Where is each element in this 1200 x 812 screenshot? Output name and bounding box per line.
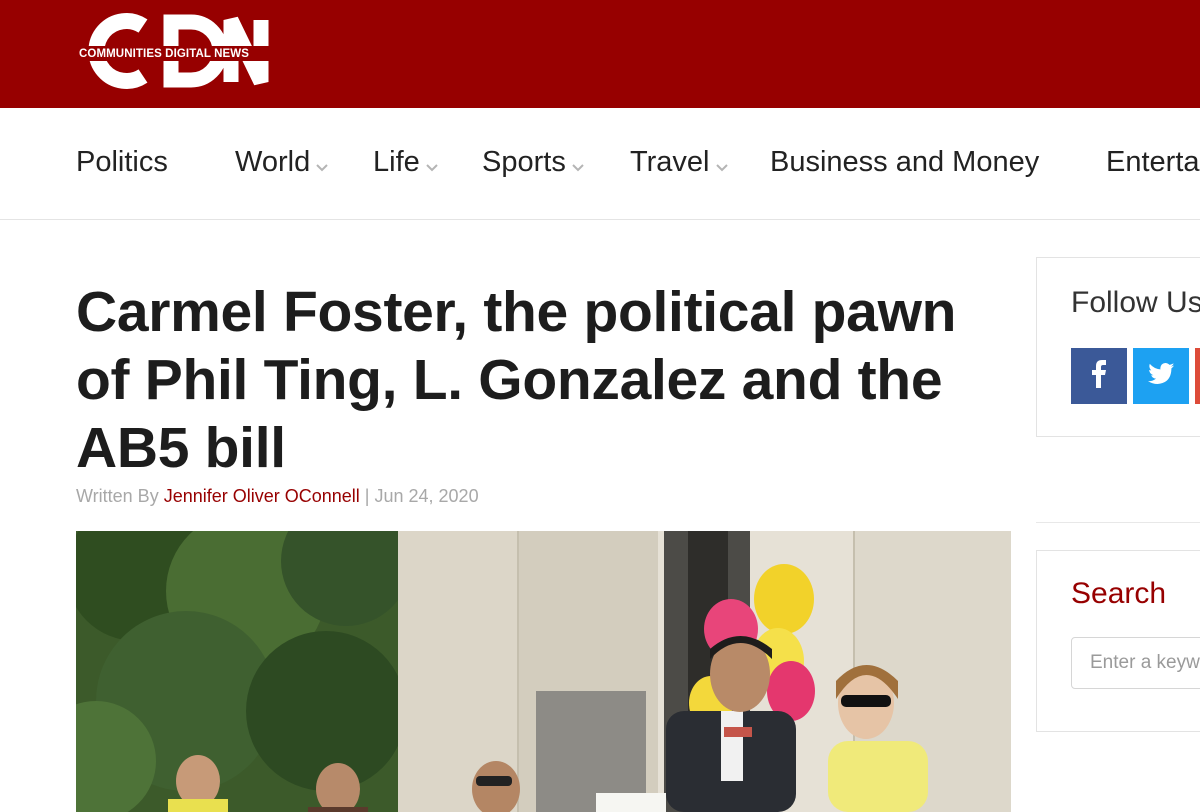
nav-label: Travel	[630, 146, 710, 178]
publish-date: Jun 24, 2020	[374, 486, 479, 506]
nav-item-life[interactable]: Life	[373, 144, 438, 180]
hero-image	[76, 531, 1011, 812]
chevron-down-icon	[572, 145, 584, 181]
nav-item-entertainment[interactable]: Enterta	[1106, 144, 1200, 180]
main-nav: Politics World Life Sports Travel Busine…	[0, 108, 1200, 220]
byline-prefix: Written By	[76, 486, 164, 506]
nav-label: Politics	[76, 146, 168, 178]
twitter-icon	[1148, 362, 1174, 390]
author-link[interactable]: Jennifer Oliver OConnell	[164, 486, 360, 506]
chevron-down-icon	[426, 145, 438, 181]
nav-label: Enterta	[1106, 146, 1200, 178]
chevron-down-icon	[715, 145, 728, 181]
google-plus-button[interactable]	[1195, 348, 1200, 404]
nav-item-business-and-money[interactable]: Business and Money	[770, 144, 1039, 180]
byline-separator: |	[359, 486, 375, 506]
facebook-icon	[1091, 359, 1107, 393]
article-byline: Written By Jennifer Oliver OConnell | Ju…	[76, 486, 479, 507]
nav-item-politics[interactable]: Politics	[76, 144, 168, 180]
nav-item-travel[interactable]: Travel	[630, 144, 728, 180]
chevron-down-icon	[316, 145, 328, 181]
follow-us-title: Follow Us	[1071, 286, 1200, 319]
logo-tagline: COMMUNITIES DIGITAL NEWS	[79, 48, 249, 60]
follow-us-widget: Follow Us	[1036, 257, 1200, 437]
nav-item-world[interactable]: World	[235, 144, 328, 180]
nav-label: Sports	[482, 146, 566, 178]
nav-label: World	[235, 146, 311, 178]
site-logo[interactable]: COMMUNITIES DIGITAL NEWS	[79, 12, 279, 90]
twitter-button[interactable]	[1133, 348, 1189, 404]
nav-label: Business and Money	[770, 146, 1040, 178]
nav-label: Life	[373, 146, 420, 178]
nav-item-sports[interactable]: Sports	[482, 144, 584, 180]
site-header: COMMUNITIES DIGITAL NEWS	[0, 0, 1200, 108]
sidebar-divider	[1036, 522, 1200, 523]
search-widget: Search	[1036, 550, 1200, 732]
facebook-button[interactable]	[1071, 348, 1127, 404]
article-title: Carmel Foster, the political pawn of Phi…	[76, 280, 957, 480]
search-input[interactable]	[1071, 637, 1200, 689]
search-title: Search	[1071, 577, 1167, 610]
